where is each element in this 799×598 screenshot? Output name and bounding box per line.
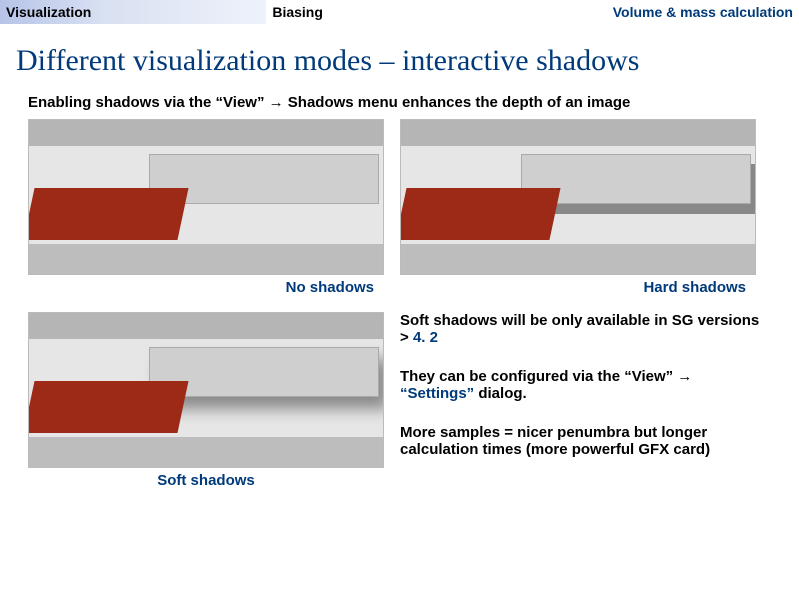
image-hard-shadows (400, 119, 756, 275)
caption-soft-shadows: Soft shadows (28, 468, 384, 499)
image-no-shadows (28, 119, 384, 275)
note-soft-availability: Soft shadows will be only available in S… (400, 312, 760, 346)
notes-panel: Soft shadows will be only available in S… (400, 312, 760, 499)
tab-volume-mass[interactable]: Volume & mass calculation (533, 0, 799, 24)
intro-text: Enabling shadows via the “View” → Shadow… (0, 88, 799, 119)
caption-hard-shadows: Hard shadows (400, 275, 756, 306)
page-title: Different visualization modes – interact… (0, 24, 799, 88)
caption-no-shadows: No shadows (28, 275, 384, 306)
note-settings-dialog: They can be configured via the “View” → … (400, 368, 760, 402)
tab-visualization[interactable]: Visualization (0, 0, 266, 24)
note-samples: More samples = nicer penumbra but longer… (400, 424, 760, 458)
image-soft-shadows (28, 312, 384, 468)
section-tabs: Visualization Biasing Volume & mass calc… (0, 0, 799, 24)
tab-biasing[interactable]: Biasing (266, 0, 532, 24)
